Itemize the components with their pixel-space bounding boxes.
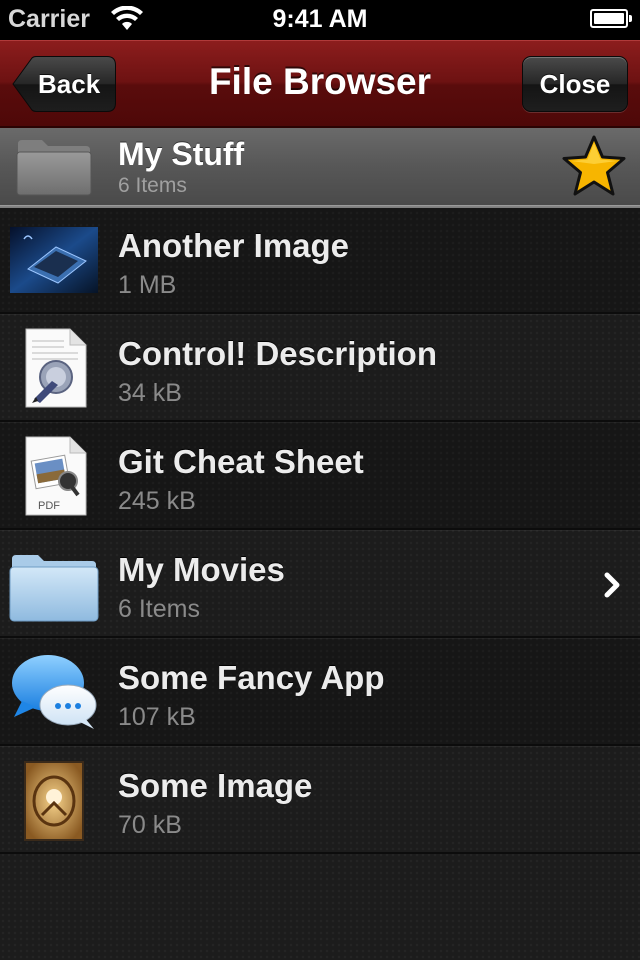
- folder-icon: [16, 140, 92, 196]
- item-size: 1 MB: [118, 271, 177, 299]
- folder-icon: [9, 555, 99, 622]
- item-size: 70 kB: [118, 811, 182, 839]
- list-item[interactable]: Some Image 70 kB: [0, 746, 640, 854]
- battery-icon: [590, 9, 632, 28]
- list-item[interactable]: PDF Git Cheat Sheet 245 kB: [0, 422, 640, 530]
- image-thumbnail-icon: [10, 227, 98, 293]
- document-pen-icon: [25, 328, 87, 408]
- current-folder-header: My Stuff 6 Items: [0, 128, 640, 208]
- navigation-bar: Back File Browser Close: [0, 40, 640, 128]
- status-bar: Carrier 9:41 AM: [0, 0, 640, 40]
- list-item[interactable]: My Movies 6 Items: [0, 530, 640, 638]
- list-item[interactable]: Another Image 1 MB: [0, 206, 640, 314]
- item-title: Some Image: [118, 767, 313, 804]
- close-button[interactable]: Close: [522, 56, 628, 112]
- star-icon[interactable]: [560, 134, 628, 198]
- item-size: 245 kB: [118, 487, 196, 515]
- item-title: Control! Description: [118, 335, 437, 372]
- item-title: Git Cheat Sheet: [118, 443, 364, 480]
- pdf-icon: PDF: [25, 436, 87, 516]
- chat-bubbles-icon: [12, 655, 97, 729]
- folder-title: My Stuff: [118, 136, 245, 172]
- item-title: Another Image: [118, 227, 350, 264]
- clock: 9:41 AM: [272, 5, 368, 33]
- list-item[interactable]: Some Fancy App 107 kB: [0, 638, 640, 746]
- item-count: 6 Items: [118, 595, 200, 623]
- image-thumbnail-icon: [24, 761, 84, 841]
- folder-item-count: 6 Items: [118, 174, 187, 197]
- item-title: My Movies: [118, 551, 285, 588]
- item-size: 34 kB: [118, 379, 182, 407]
- item-size: 107 kB: [118, 703, 196, 731]
- item-title: Some Fancy App: [118, 659, 385, 696]
- file-browser-screen: Carrier 9:41 AM Back File Browser Close …: [0, 0, 640, 960]
- svg-text:PDF: PDF: [38, 500, 60, 512]
- chevron-right-icon: [604, 572, 620, 598]
- list-item[interactable]: Control! Description 34 kB: [0, 314, 640, 422]
- file-list: Another Image 1 MB Control! Description …: [0, 206, 640, 854]
